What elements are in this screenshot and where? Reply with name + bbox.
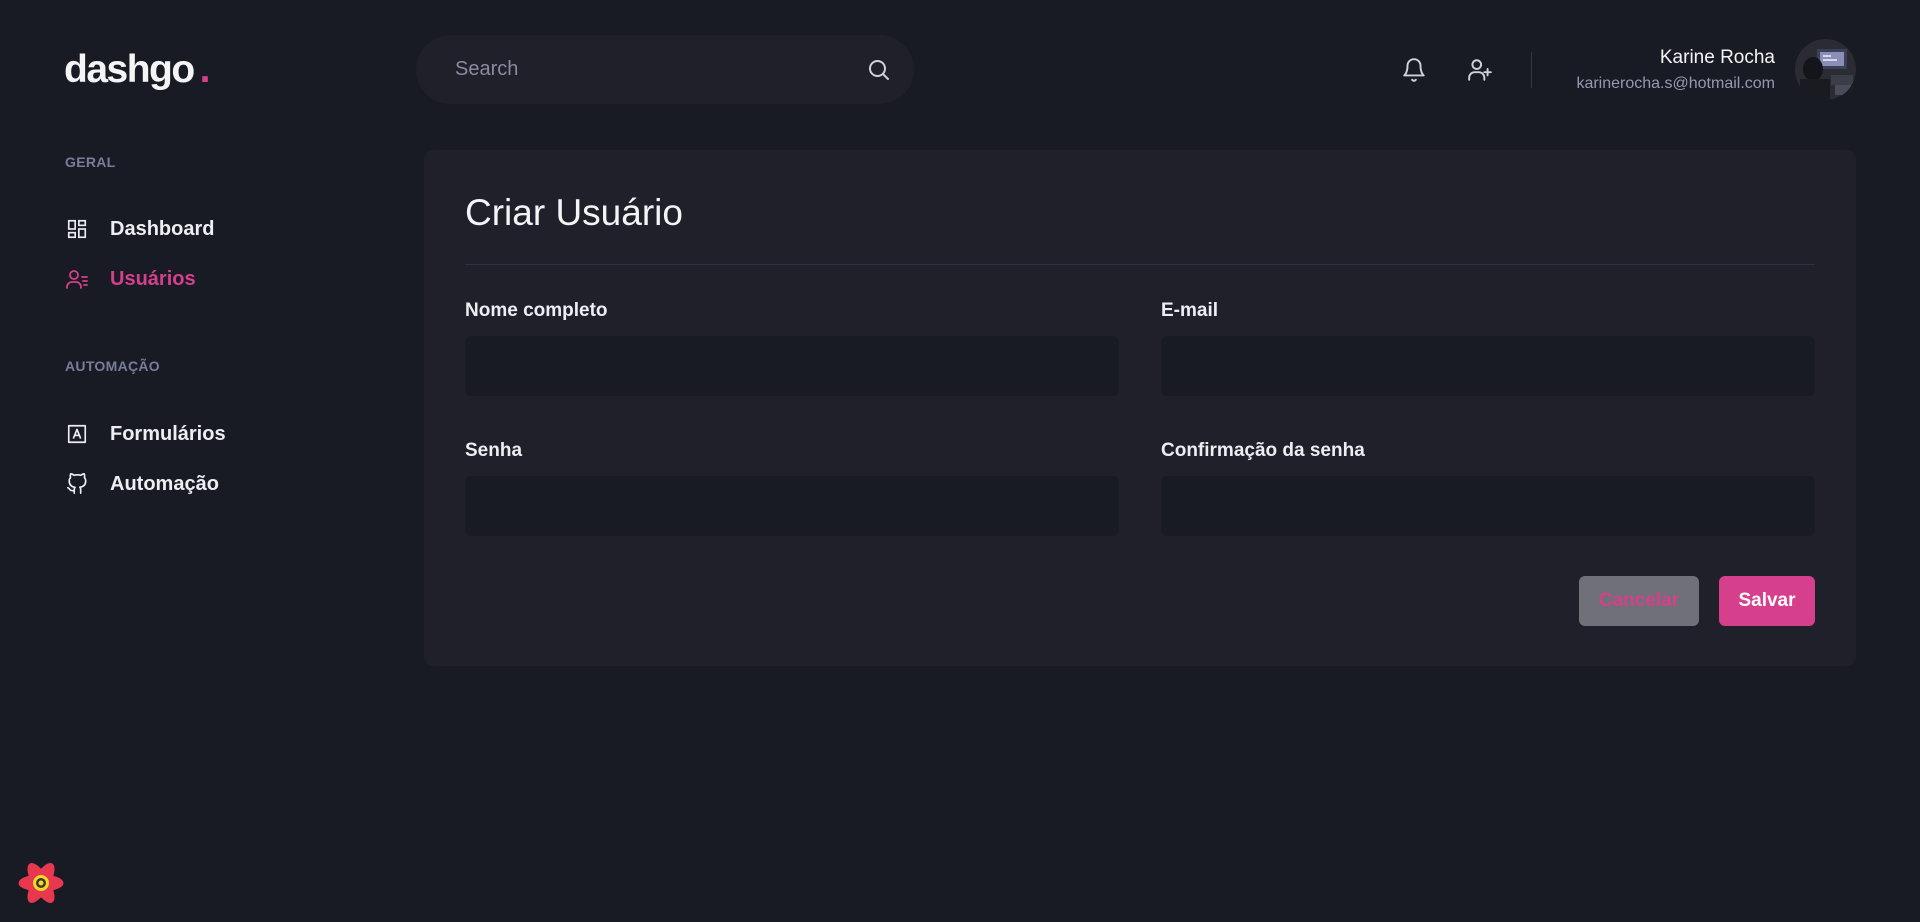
email-field[interactable] — [1161, 336, 1815, 396]
sidebar-section-geral: GERAL — [65, 154, 116, 170]
react-logo-icon[interactable] — [17, 861, 65, 905]
sidebar-item-formularios[interactable]: Formulários — [65, 420, 226, 448]
avatar[interactable] — [1795, 39, 1856, 100]
brand-name: dashgo — [64, 48, 195, 91]
sidebar-item-label: Automação — [110, 472, 219, 495]
sidebar-item-dashboard[interactable]: Dashboard — [65, 215, 214, 243]
sidebar-item-usuarios[interactable]: Usuários — [65, 265, 196, 293]
search-icon[interactable] — [866, 57, 892, 83]
form-icon — [65, 422, 89, 446]
search-bar[interactable] — [416, 35, 914, 104]
password-confirmation-label: Confirmação da senha — [1161, 440, 1365, 461]
cancel-button[interactable]: Cancelar — [1579, 576, 1699, 626]
page-title: Criar Usuário — [465, 192, 683, 233]
full-name-field[interactable] — [465, 336, 1119, 396]
create-user-card: Criar Usuário Nome completo E-mail Senha… — [424, 150, 1856, 666]
email-label: E-mail — [1161, 300, 1219, 321]
dashboard-icon — [65, 217, 89, 241]
profile-email: karinerocha.s@hotmail.com — [1576, 75, 1775, 92]
search-input[interactable] — [455, 58, 866, 81]
save-button[interactable]: Salvar — [1719, 576, 1815, 626]
password-confirmation-field[interactable] — [1161, 476, 1815, 536]
sidebar-item-label: Formulários — [110, 422, 226, 445]
brand-dot: . — [199, 48, 211, 91]
users-icon — [65, 267, 89, 291]
sidebar-item-automacao[interactable]: Automação — [65, 470, 219, 498]
github-icon — [65, 472, 89, 496]
sidebar-item-label: Dashboard — [110, 217, 215, 240]
full-name-label: Nome completo — [465, 300, 608, 321]
user-plus-icon[interactable] — [1466, 56, 1494, 84]
bell-icon[interactable] — [1400, 56, 1428, 84]
title-divider — [465, 264, 1815, 265]
sidebar-item-label: Usuários — [110, 267, 196, 290]
sidebar-section-automacao: AUTOMAÇÃO — [65, 358, 160, 374]
password-label: Senha — [465, 440, 523, 461]
brand-logo[interactable]: dashgo. — [64, 48, 211, 92]
password-field[interactable] — [465, 476, 1119, 536]
header-divider — [1531, 52, 1532, 88]
profile-name: Karine Rocha — [1659, 47, 1775, 68]
